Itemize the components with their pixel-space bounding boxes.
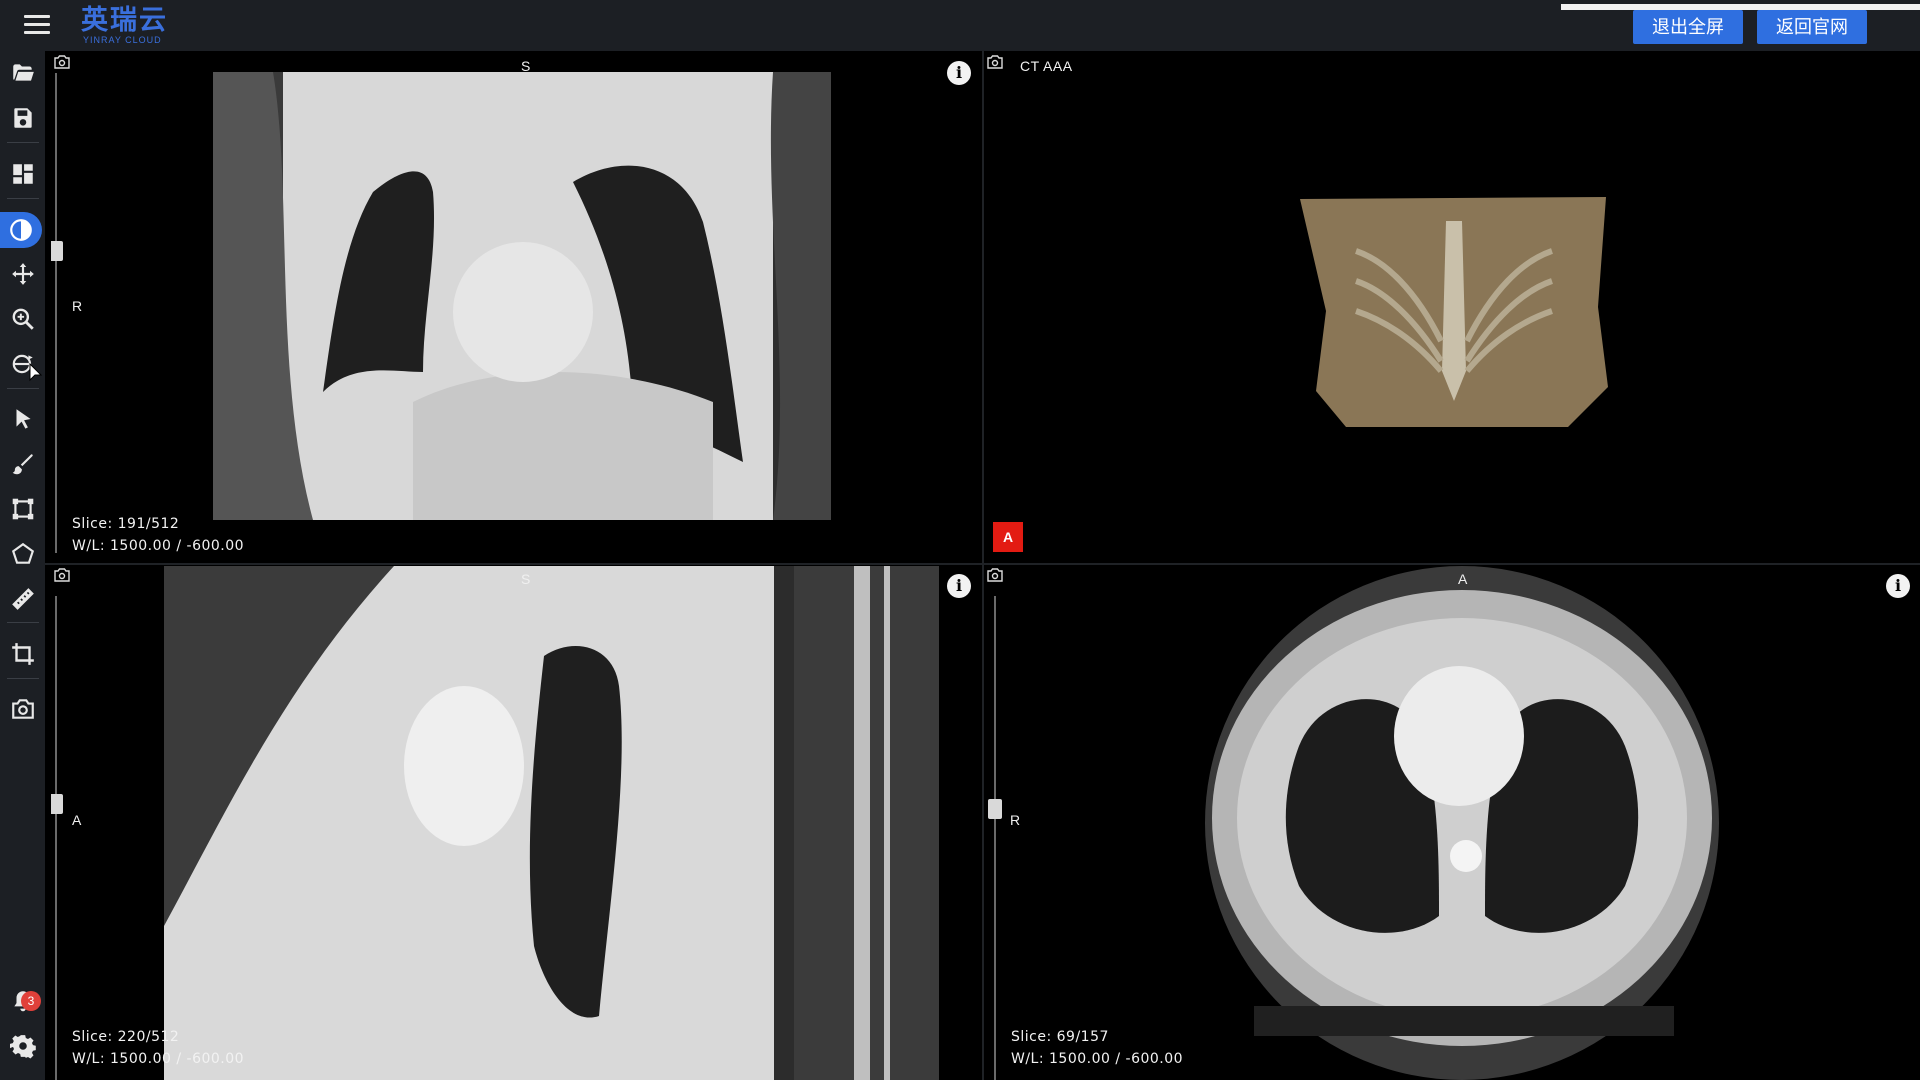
ruler-button[interactable] bbox=[4, 581, 42, 617]
open-study-button[interactable] bbox=[4, 55, 42, 91]
folder-open-icon bbox=[13, 64, 34, 81]
app-logo: 英瑞云 YINRAY CLOUD bbox=[81, 4, 168, 45]
tool-sidebar bbox=[0, 51, 45, 1080]
brush-button[interactable] bbox=[4, 446, 42, 482]
sagittal-ct-image bbox=[164, 566, 939, 1080]
bounding-box-icon bbox=[12, 498, 34, 520]
exit-fullscreen-button[interactable]: 退出全屏 bbox=[1633, 10, 1743, 44]
top-bar: 英瑞云 YINRAY CLOUD 退出全屏 返回官网 bbox=[0, 0, 1920, 51]
crop-button[interactable] bbox=[4, 636, 42, 672]
slice-slider-thumb[interactable] bbox=[51, 240, 63, 261]
pan-button[interactable] bbox=[4, 256, 42, 292]
orientation-top: S bbox=[521, 58, 531, 74]
camera-icon[interactable] bbox=[54, 55, 70, 69]
window-level-readout: W/L: 1500.00 / -600.00 bbox=[1011, 1051, 1184, 1067]
zoom-button[interactable] bbox=[4, 301, 42, 337]
slice-slider-thumb[interactable] bbox=[988, 798, 1002, 819]
coronal-ct-image bbox=[213, 72, 831, 520]
orientation-top: S bbox=[521, 571, 531, 587]
slice-indicator: Slice: 220/512 bbox=[72, 1029, 180, 1045]
sagittal-viewport[interactable]: S A i Slice: 220/512 W/L: 1500.00 / -600… bbox=[51, 566, 981, 1080]
camera-icon[interactable] bbox=[987, 55, 1003, 69]
axial-viewport[interactable]: A R i Slice: 69/157 W/L: 1500.00 / -600.… bbox=[984, 566, 1920, 1080]
info-icon[interactable]: i bbox=[947, 61, 971, 85]
orientation-left: R bbox=[1010, 812, 1021, 828]
orientation-left: A bbox=[72, 812, 82, 828]
camera-icon[interactable] bbox=[54, 568, 70, 582]
orientation-cube[interactable]: A bbox=[993, 522, 1023, 552]
ruler-icon bbox=[12, 588, 34, 610]
hamburger-menu-icon[interactable] bbox=[24, 12, 50, 38]
polygon-icon bbox=[11, 542, 35, 564]
layout-button[interactable] bbox=[4, 156, 42, 192]
slice-slider-track[interactable] bbox=[55, 596, 57, 1080]
window-level-button[interactable] bbox=[0, 212, 42, 248]
logo-chinese: 英瑞云 bbox=[81, 5, 168, 35]
bounding-box-button[interactable] bbox=[4, 491, 42, 527]
slice-slider-track[interactable] bbox=[994, 596, 996, 1080]
crop-icon bbox=[12, 643, 34, 665]
series-title: CT AAA bbox=[1020, 58, 1073, 74]
save-icon bbox=[14, 108, 32, 128]
contrast-icon bbox=[10, 219, 32, 241]
select-button[interactable] bbox=[4, 401, 42, 437]
pointer-icon bbox=[16, 409, 31, 429]
info-icon[interactable]: i bbox=[947, 574, 971, 598]
slice-indicator: Slice: 69/157 bbox=[1011, 1029, 1109, 1045]
volume-rendering-image bbox=[1300, 197, 1608, 427]
pan-icon bbox=[12, 263, 34, 285]
notification-count-badge: 3 bbox=[21, 991, 41, 1011]
mouse-cursor-icon bbox=[29, 363, 43, 382]
back-to-website-button[interactable]: 返回官网 bbox=[1757, 10, 1867, 44]
orientation-left: R bbox=[72, 298, 83, 314]
info-icon[interactable]: i bbox=[1886, 574, 1910, 598]
zoom-icon bbox=[12, 308, 34, 330]
polygon-button[interactable] bbox=[4, 536, 42, 572]
slice-indicator: Slice: 191/512 bbox=[72, 516, 180, 532]
slice-slider-thumb[interactable] bbox=[51, 794, 63, 815]
screenshot-icon bbox=[12, 699, 34, 719]
slice-slider-track[interactable] bbox=[55, 73, 57, 553]
screenshot-button[interactable] bbox=[4, 691, 42, 727]
camera-icon[interactable] bbox=[987, 568, 1003, 582]
save-button[interactable] bbox=[4, 100, 42, 136]
window-level-readout: W/L: 1500.00 / -600.00 bbox=[72, 538, 245, 554]
window-level-readout: W/L: 1500.00 / -600.00 bbox=[72, 1051, 245, 1067]
brush-icon bbox=[12, 454, 33, 475]
orientation-top: A bbox=[1458, 571, 1468, 587]
logo-english: YINRAY CLOUD bbox=[83, 35, 162, 45]
gear-icon bbox=[10, 1035, 36, 1059]
axial-ct-image bbox=[1205, 566, 1719, 1080]
volume-render-viewport[interactable]: CT AAA A bbox=[984, 53, 1920, 561]
settings-button[interactable] bbox=[4, 1028, 42, 1064]
coronal-viewport[interactable]: S R i Slice: 191/512 W/L: 1500.00 / -600… bbox=[51, 53, 981, 561]
layout-icon bbox=[13, 164, 33, 184]
